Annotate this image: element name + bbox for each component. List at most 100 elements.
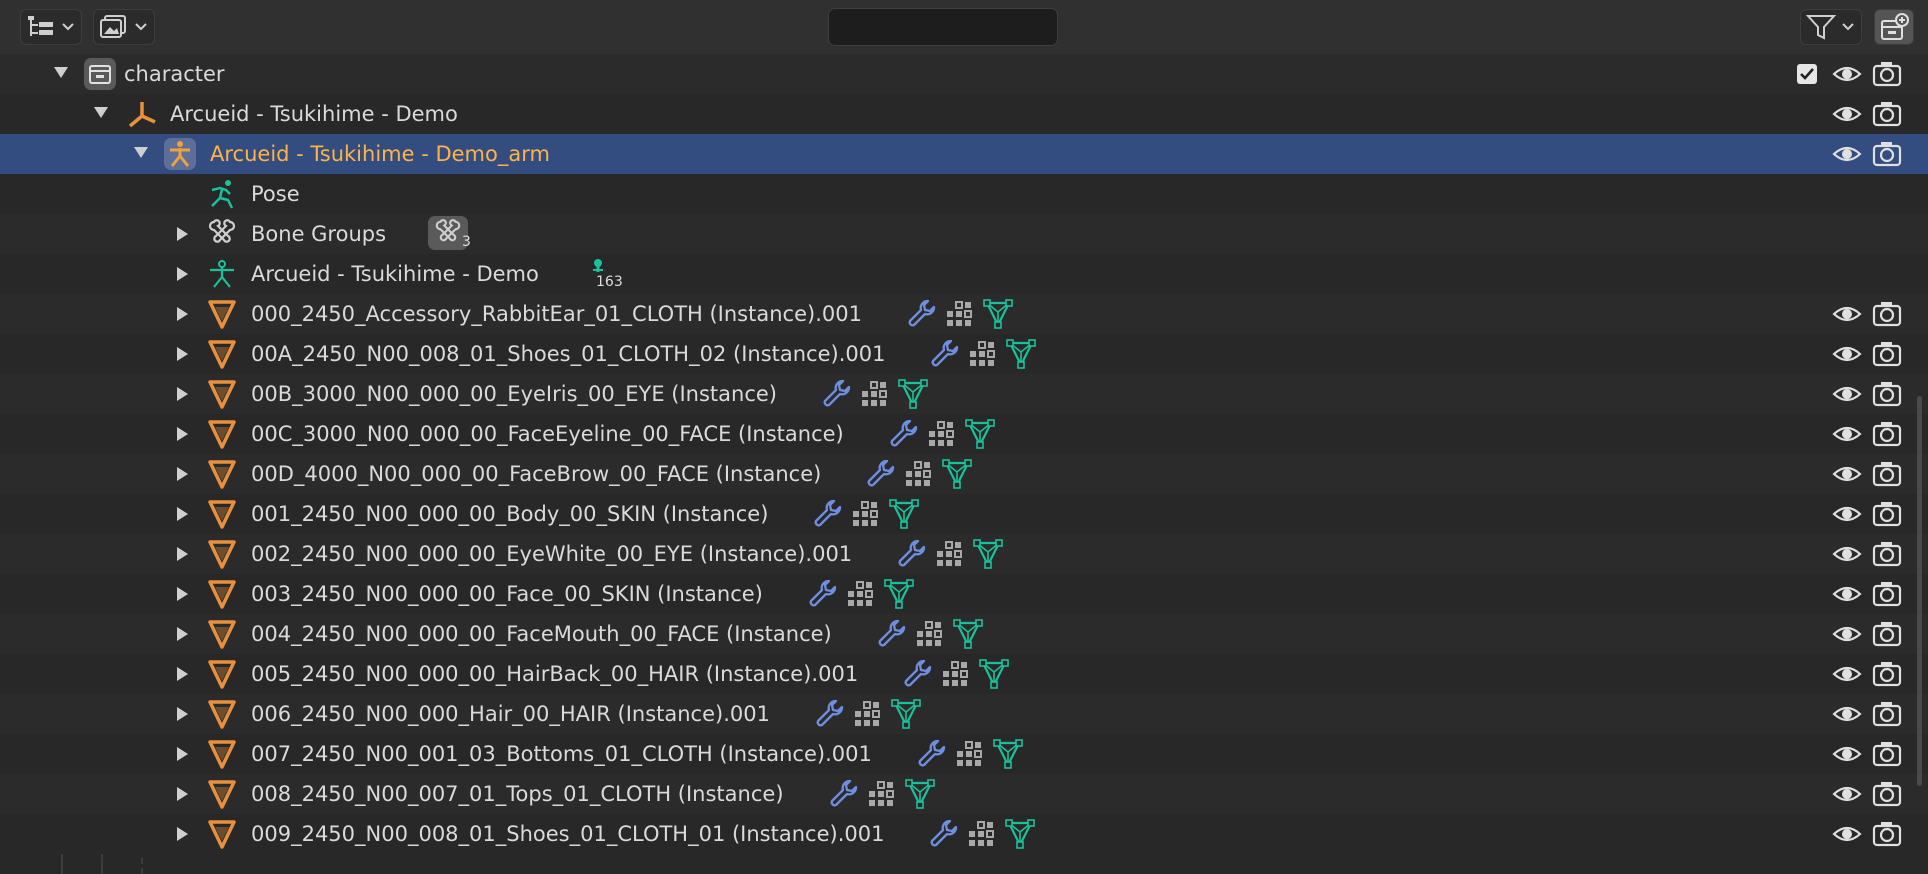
expand-toggle[interactable] [177,227,188,241]
vertex-groups-icon[interactable] [866,778,898,810]
mesh-data-icon[interactable] [890,698,922,730]
wrench-icon[interactable] [807,578,839,610]
mesh-data-icon[interactable] [964,418,996,450]
collapse-toggle[interactable] [134,147,148,158]
expand-toggle[interactable] [177,827,188,841]
mesh-data-icon[interactable] [1004,818,1036,850]
eye-icon[interactable] [1832,461,1862,487]
search-input[interactable] [843,14,1096,40]
vertex-groups-icon[interactable] [967,338,999,370]
new-collection-button[interactable] [1874,9,1914,45]
mesh-data-icon[interactable] [897,378,929,410]
vertex-groups-icon[interactable] [934,538,966,570]
expand-toggle[interactable] [177,467,188,481]
wrench-icon[interactable] [906,298,938,330]
wrench-icon[interactable] [896,538,928,570]
eye-icon[interactable] [1832,141,1862,167]
tree-row-mesh-object[interactable]: 005_2450_N00_000_00_HairBack_00_HAIR (In… [0,654,1928,694]
eye-icon[interactable] [1832,621,1862,647]
eye-icon[interactable] [1832,821,1862,847]
eye-icon[interactable] [1832,421,1862,447]
collapse-toggle[interactable] [94,107,108,118]
tree-row-mesh-object[interactable]: 001_2450_N00_000_00_Body_00_SKIN (Instan… [0,494,1928,534]
expand-toggle[interactable] [177,667,188,681]
mesh-data-icon[interactable] [883,578,915,610]
tree-row-mesh-object[interactable]: 004_2450_N00_000_00_FaceMouth_00_FACE (I… [0,614,1928,654]
vertex-groups-icon[interactable] [852,698,884,730]
expand-toggle[interactable] [177,787,188,801]
vertex-groups-icon[interactable] [845,578,877,610]
camera-icon[interactable] [1872,380,1902,408]
filter-dropdown[interactable] [1800,9,1862,45]
tree-row-mesh-object[interactable]: 000_2450_Accessory_RabbitEar_01_CLOTH (I… [0,294,1928,334]
eye-icon[interactable] [1832,581,1862,607]
camera-icon[interactable] [1872,580,1902,608]
mesh-data-icon[interactable] [941,458,973,490]
camera-icon[interactable] [1872,140,1902,168]
mesh-data-icon[interactable] [952,618,984,650]
eye-icon[interactable] [1832,541,1862,567]
wrench-icon[interactable] [828,778,860,810]
expand-toggle[interactable] [177,587,188,601]
camera-icon[interactable] [1872,60,1902,88]
wrench-icon[interactable] [928,818,960,850]
wrench-icon[interactable] [929,338,961,370]
expand-toggle[interactable] [177,347,188,361]
wrench-icon[interactable] [916,738,948,770]
exclude-checkbox[interactable] [1796,63,1818,85]
tree-row-collection[interactable]: character [0,54,1928,94]
vertex-groups-icon[interactable] [944,298,976,330]
eye-icon[interactable] [1832,341,1862,367]
camera-icon[interactable] [1872,740,1902,768]
camera-icon[interactable] [1872,500,1902,528]
camera-icon[interactable] [1872,620,1902,648]
tree-row-mesh-object[interactable]: 007_2450_N00_001_03_Bottoms_01_CLOTH (In… [0,734,1928,774]
expand-toggle[interactable] [177,427,188,441]
camera-icon[interactable] [1872,780,1902,808]
eye-icon[interactable] [1832,101,1862,127]
wrench-icon[interactable] [812,498,844,530]
eye-icon[interactable] [1832,501,1862,527]
mesh-data-icon[interactable] [888,498,920,530]
vertex-groups-icon[interactable] [954,738,986,770]
mesh-data-icon[interactable] [982,298,1014,330]
mesh-data-icon[interactable] [1005,338,1037,370]
vertex-groups-icon[interactable] [903,458,935,490]
expand-toggle[interactable] [177,707,188,721]
scrollbar[interactable] [1917,396,1922,786]
expand-toggle[interactable] [177,547,188,561]
filter-blend-dropdown[interactable] [93,9,155,45]
camera-icon[interactable] [1872,100,1902,128]
wrench-icon[interactable] [865,458,897,490]
collapse-toggle[interactable] [54,67,68,78]
mesh-data-icon[interactable] [992,738,1024,770]
eye-icon[interactable] [1832,381,1862,407]
camera-icon[interactable] [1872,820,1902,848]
search-field[interactable] [828,8,1096,46]
expand-toggle[interactable] [177,507,188,521]
vertex-groups-icon[interactable] [850,498,882,530]
tree-row-mesh-object[interactable]: 00D_4000_N00_000_00_FaceBrow_00_FACE (In… [0,454,1928,494]
camera-icon[interactable] [1872,340,1902,368]
vertex-groups-icon[interactable] [914,618,946,650]
camera-icon[interactable] [1872,540,1902,568]
vertex-groups-icon[interactable] [966,818,998,850]
vertex-groups-icon[interactable] [940,658,972,690]
camera-icon[interactable] [1872,300,1902,328]
tree-row-mesh-object[interactable]: 003_2450_N00_000_00_Face_00_SKIN (Instan… [0,574,1928,614]
tree-row-selected-armature[interactable]: Arcueid - Tsukihime - Demo_arm [0,134,1928,174]
eye-icon[interactable] [1832,61,1862,87]
expand-toggle[interactable] [177,747,188,761]
tree-row-mesh-object[interactable]: 00B_3000_N00_000_00_EyeIris_00_EYE (Inst… [0,374,1928,414]
expand-toggle[interactable] [177,307,188,321]
wrench-icon[interactable] [888,418,920,450]
tree-row-armature-object[interactable]: Arcueid - Tsukihime - Demo [0,94,1928,134]
tree-row-mesh-object[interactable]: 002_2450_N00_000_00_EyeWhite_00_EYE (Ins… [0,534,1928,574]
display-mode-dropdown[interactable] [20,9,82,45]
tree-row-mesh-object[interactable]: 006_2450_N00_000_Hair_00_HAIR (Instance)… [0,694,1928,734]
wrench-icon[interactable] [821,378,853,410]
tree-row-mesh-object[interactable]: 009_2450_N00_008_01_Shoes_01_CLOTH_01 (I… [0,814,1928,854]
mesh-data-icon[interactable] [978,658,1010,690]
camera-icon[interactable] [1872,460,1902,488]
tree-row-mesh-object[interactable]: 00A_2450_N00_008_01_Shoes_01_CLOTH_02 (I… [0,334,1928,374]
